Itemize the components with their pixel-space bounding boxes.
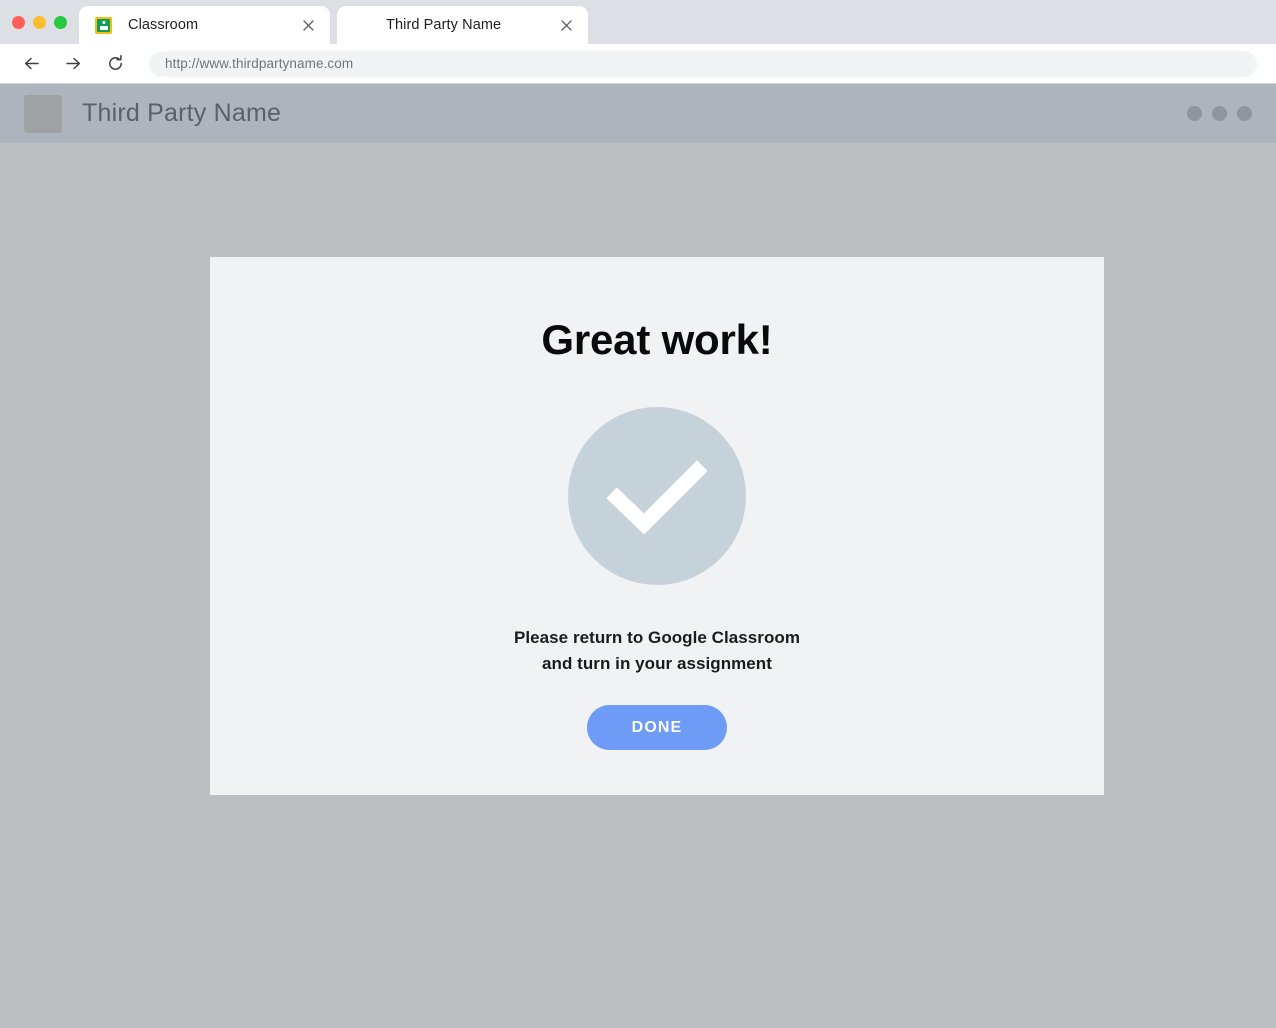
menu-dot-1 xyxy=(1187,106,1202,121)
minimize-window-button[interactable] xyxy=(33,16,46,29)
tab-list: Classroom Third Party Name xyxy=(79,0,588,44)
completion-card: Great work! Please return to Google Clas… xyxy=(210,257,1104,795)
site-logo-placeholder xyxy=(24,94,62,133)
instruction-line-2: and turn in your assignment xyxy=(542,654,772,673)
menu-dot-3 xyxy=(1237,106,1252,121)
tab-classroom-label: Classroom xyxy=(128,17,199,33)
close-icon-tab-classroom[interactable] xyxy=(298,15,318,35)
browser-window: Classroom Third Party Name http://www.th… xyxy=(0,0,1276,1028)
page-title: Great work! xyxy=(541,316,773,363)
instruction-line-1: Please return to Google Classroom xyxy=(513,628,800,647)
page-viewport: Third Party Name Great work! Please retu… xyxy=(0,84,1276,1028)
zoom-window-button[interactable] xyxy=(54,16,67,29)
close-icon-tab-third-party-name[interactable] xyxy=(556,15,576,35)
instruction-text: Please return to Google Classroom and tu… xyxy=(514,625,800,677)
done-button[interactable]: DONE xyxy=(587,705,727,750)
generic-site-icon xyxy=(353,17,370,34)
site-header-menu-dots[interactable] xyxy=(1187,106,1252,121)
google-classroom-icon xyxy=(95,16,112,34)
reload-icon[interactable] xyxy=(102,51,128,77)
tab-classroom[interactable]: Classroom xyxy=(79,6,330,44)
check-circle-icon xyxy=(568,407,746,585)
arrow-right-icon[interactable] xyxy=(60,51,86,77)
site-header: Third Party Name xyxy=(0,84,1276,143)
address-bar-input[interactable] xyxy=(149,50,1257,77)
close-window-button[interactable] xyxy=(12,16,25,29)
arrow-left-icon[interactable] xyxy=(18,51,44,77)
tab-third-party-name-label: Third Party Name xyxy=(386,17,502,33)
tab-third-party-name[interactable]: Third Party Name xyxy=(337,6,588,44)
menu-dot-2 xyxy=(1212,106,1227,121)
window-traffic-lights xyxy=(12,16,67,29)
page-body: Great work! Please return to Google Clas… xyxy=(0,143,1276,1028)
site-title: Third Party Name xyxy=(82,99,282,127)
browser-toolbar xyxy=(0,44,1276,84)
tab-strip: Classroom Third Party Name xyxy=(0,0,1276,44)
